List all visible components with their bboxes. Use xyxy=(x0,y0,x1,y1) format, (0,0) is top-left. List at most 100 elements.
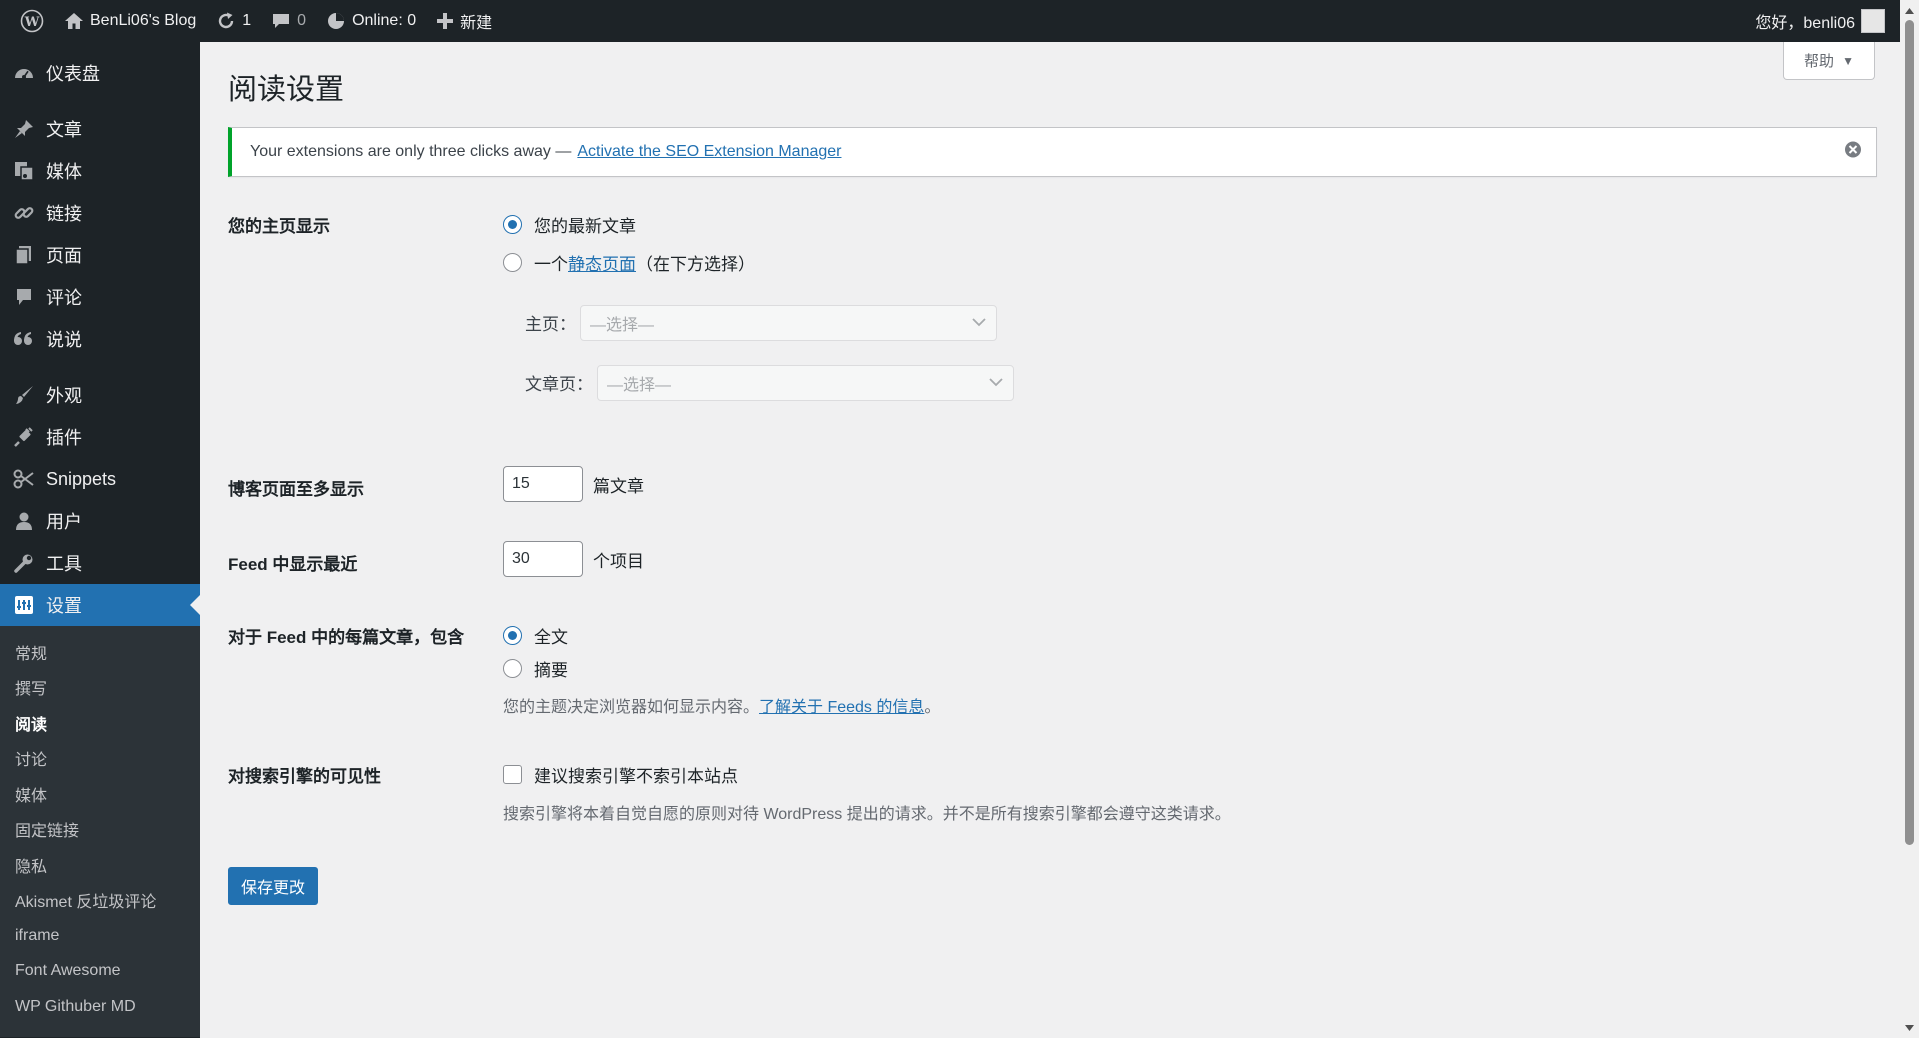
settings-icon xyxy=(12,595,36,615)
admin-sidebar: 仪表盘 文章 媒体 链接 页面 评论 说说 外观 插件 Snippets 用户 … xyxy=(0,42,200,1038)
feed-items-field: 个项目 xyxy=(503,541,644,577)
sidebar-item-quotes[interactable]: 说说 xyxy=(0,318,200,360)
sidebar-item-plugins[interactable]: 插件 xyxy=(0,416,200,458)
homepage-select-value: —选择— xyxy=(590,317,655,334)
submenu-item-general[interactable]: 常规 xyxy=(0,634,200,670)
static-page-link[interactable]: 静态页面 xyxy=(568,250,636,275)
feed-items-label: Feed 中显示最近 xyxy=(228,555,358,574)
homepage-display-label: 您的主页显示 xyxy=(228,217,330,236)
sidebar-item-users[interactable]: 用户 xyxy=(0,500,200,542)
feed-content-description: 您的主题决定浏览器如何显示内容。了解关于 Feeds 的信息。 xyxy=(503,693,940,717)
online-count: Online: 0 xyxy=(352,12,417,29)
wordpress-icon: W xyxy=(20,9,44,33)
new-content-link[interactable]: 新建 xyxy=(426,0,502,42)
new-label: 新建 xyxy=(460,15,493,32)
activate-seo-link[interactable]: Activate the SEO Extension Manager xyxy=(577,143,841,161)
site-name: BenLi06's Blog xyxy=(90,12,197,29)
sidebar-item-pages[interactable]: 页面 xyxy=(0,234,200,276)
sidebar-item-dashboard[interactable]: 仪表盘 xyxy=(0,52,200,94)
online-users-link[interactable]: Online: 0 xyxy=(316,0,426,42)
homepage-select[interactable]: —选择— xyxy=(580,305,997,341)
svg-text:W: W xyxy=(24,15,40,30)
submenu-item-reading[interactable]: 阅读 xyxy=(0,705,200,741)
static-page-radio[interactable] xyxy=(503,253,522,272)
discourage-search-option[interactable]: 建议搜索引擎不索引本站点 xyxy=(503,762,738,787)
window-scrollbar[interactable] xyxy=(1900,0,1919,1038)
submenu-item-privacy[interactable]: 隐私 xyxy=(0,847,200,883)
settings-submenu: 常规 撰写 阅读 讨论 媒体 固定链接 隐私 Akismet 反垃圾评论 ifr… xyxy=(0,626,200,1037)
comments-link[interactable]: 0 xyxy=(261,0,316,42)
latest-posts-label: 您的最新文章 xyxy=(534,217,636,236)
sidebar-item-label: 文章 xyxy=(46,120,82,140)
submenu-item-font-awesome[interactable]: Font Awesome xyxy=(0,954,200,990)
submenu-item-discussion[interactable]: 讨论 xyxy=(0,741,200,777)
site-name-link[interactable]: BenLi06's Blog xyxy=(54,0,206,42)
postspage-select[interactable]: —选择— xyxy=(597,365,1014,401)
save-changes-button[interactable]: 保存更改 xyxy=(228,867,319,905)
sidebar-item-tools[interactable]: 工具 xyxy=(0,542,200,584)
sidebar-item-comments[interactable]: 评论 xyxy=(0,276,200,318)
option-latest-posts[interactable]: 您的最新文章 xyxy=(503,212,636,237)
help-tab-button[interactable]: 帮助 ▼ xyxy=(1783,42,1875,80)
option-static-page[interactable]: 一个 静态页面 （在下方选择） xyxy=(503,250,755,275)
search-visibility-description: 搜索引擎将本着自觉自愿的原则对待 WordPress 提出的请求。并不是所有搜索… xyxy=(503,806,1231,823)
feed-desc-suffix: 。 xyxy=(924,699,941,716)
sidebar-item-label: Snippets xyxy=(46,468,117,489)
option-full-text[interactable]: 全文 xyxy=(503,623,568,648)
sidebar-item-label: 用户 xyxy=(46,512,82,532)
posts-per-page-input[interactable] xyxy=(503,466,583,502)
sidebar-item-links[interactable]: 链接 xyxy=(0,192,200,234)
scissors-icon xyxy=(12,469,36,489)
comment-icon xyxy=(12,287,36,307)
submenu-item-media[interactable]: 媒体 xyxy=(0,776,200,812)
full-text-radio[interactable] xyxy=(503,626,522,645)
sidebar-item-label: 工具 xyxy=(46,554,82,574)
sidebar-item-media[interactable]: 媒体 xyxy=(0,150,200,192)
sidebar-item-appearance[interactable]: 外观 xyxy=(0,374,200,416)
feeds-info-link[interactable]: 了解关于 Feeds 的信息 xyxy=(759,699,924,716)
triangle-up-icon xyxy=(1905,7,1914,14)
static-suffix: （在下方选择） xyxy=(636,255,755,274)
discourage-search-checkbox[interactable] xyxy=(503,765,522,784)
submenu-item-akismet[interactable]: Akismet 反垃圾评论 xyxy=(0,883,200,919)
full-text-label: 全文 xyxy=(534,628,568,647)
posts-per-page-label: 博客页面至多显示 xyxy=(228,480,364,499)
feed-items-suffix: 个项目 xyxy=(593,551,644,571)
link-icon xyxy=(12,203,36,223)
close-circle-icon xyxy=(1845,141,1861,158)
submenu-item-wp-githuber-md[interactable]: WP Githuber MD xyxy=(0,989,200,1025)
home-icon xyxy=(64,11,84,31)
wordpress-logo-button[interactable]: W xyxy=(10,0,54,42)
admin-bar-left: W BenLi06's Blog 1 0 Online: 0 新建 xyxy=(10,0,502,42)
sidebar-item-settings[interactable]: 设置 xyxy=(0,584,200,626)
chevron-down-icon xyxy=(989,374,1003,392)
my-account-link[interactable]: 您好，benli06 xyxy=(1745,0,1909,42)
scroll-down-arrow[interactable] xyxy=(1900,1019,1919,1036)
homepage-select-label: 主页： xyxy=(525,315,576,334)
submenu-item-iframe[interactable]: iframe xyxy=(0,918,200,954)
wrench-icon xyxy=(12,553,36,573)
option-summary[interactable]: 摘要 xyxy=(503,656,568,681)
sidebar-item-label: 说说 xyxy=(46,330,82,350)
sidebar-item-posts[interactable]: 文章 xyxy=(0,108,200,150)
feed-content-label: 对于 Feed 中的每篇文章，包含 xyxy=(228,628,465,647)
admin-bar: W BenLi06's Blog 1 0 Online: 0 新建 您好，ben… xyxy=(0,0,1919,42)
avatar xyxy=(1861,9,1885,33)
submenu-item-writing[interactable]: 撰写 xyxy=(0,670,200,706)
scroll-thumb[interactable] xyxy=(1905,20,1914,845)
submenu-item-permalinks[interactable]: 固定链接 xyxy=(0,812,200,848)
postspage-select-label: 文章页： xyxy=(525,375,593,394)
sidebar-item-label: 插件 xyxy=(46,428,82,448)
sidebar-item-snippets[interactable]: Snippets xyxy=(0,458,200,500)
feed-items-input[interactable] xyxy=(503,541,583,577)
caret-down-icon: ▼ xyxy=(1842,53,1854,68)
updates-link[interactable]: 1 xyxy=(206,0,261,42)
summary-radio[interactable] xyxy=(503,659,522,678)
scroll-up-arrow[interactable] xyxy=(1900,2,1919,19)
latest-posts-radio[interactable] xyxy=(503,215,522,234)
help-tab-label: 帮助 xyxy=(1804,53,1835,70)
brush-icon xyxy=(12,385,36,405)
user-icon xyxy=(12,511,36,531)
dismiss-notice-button[interactable] xyxy=(1844,141,1862,164)
sidebar-item-label: 外观 xyxy=(46,386,82,406)
